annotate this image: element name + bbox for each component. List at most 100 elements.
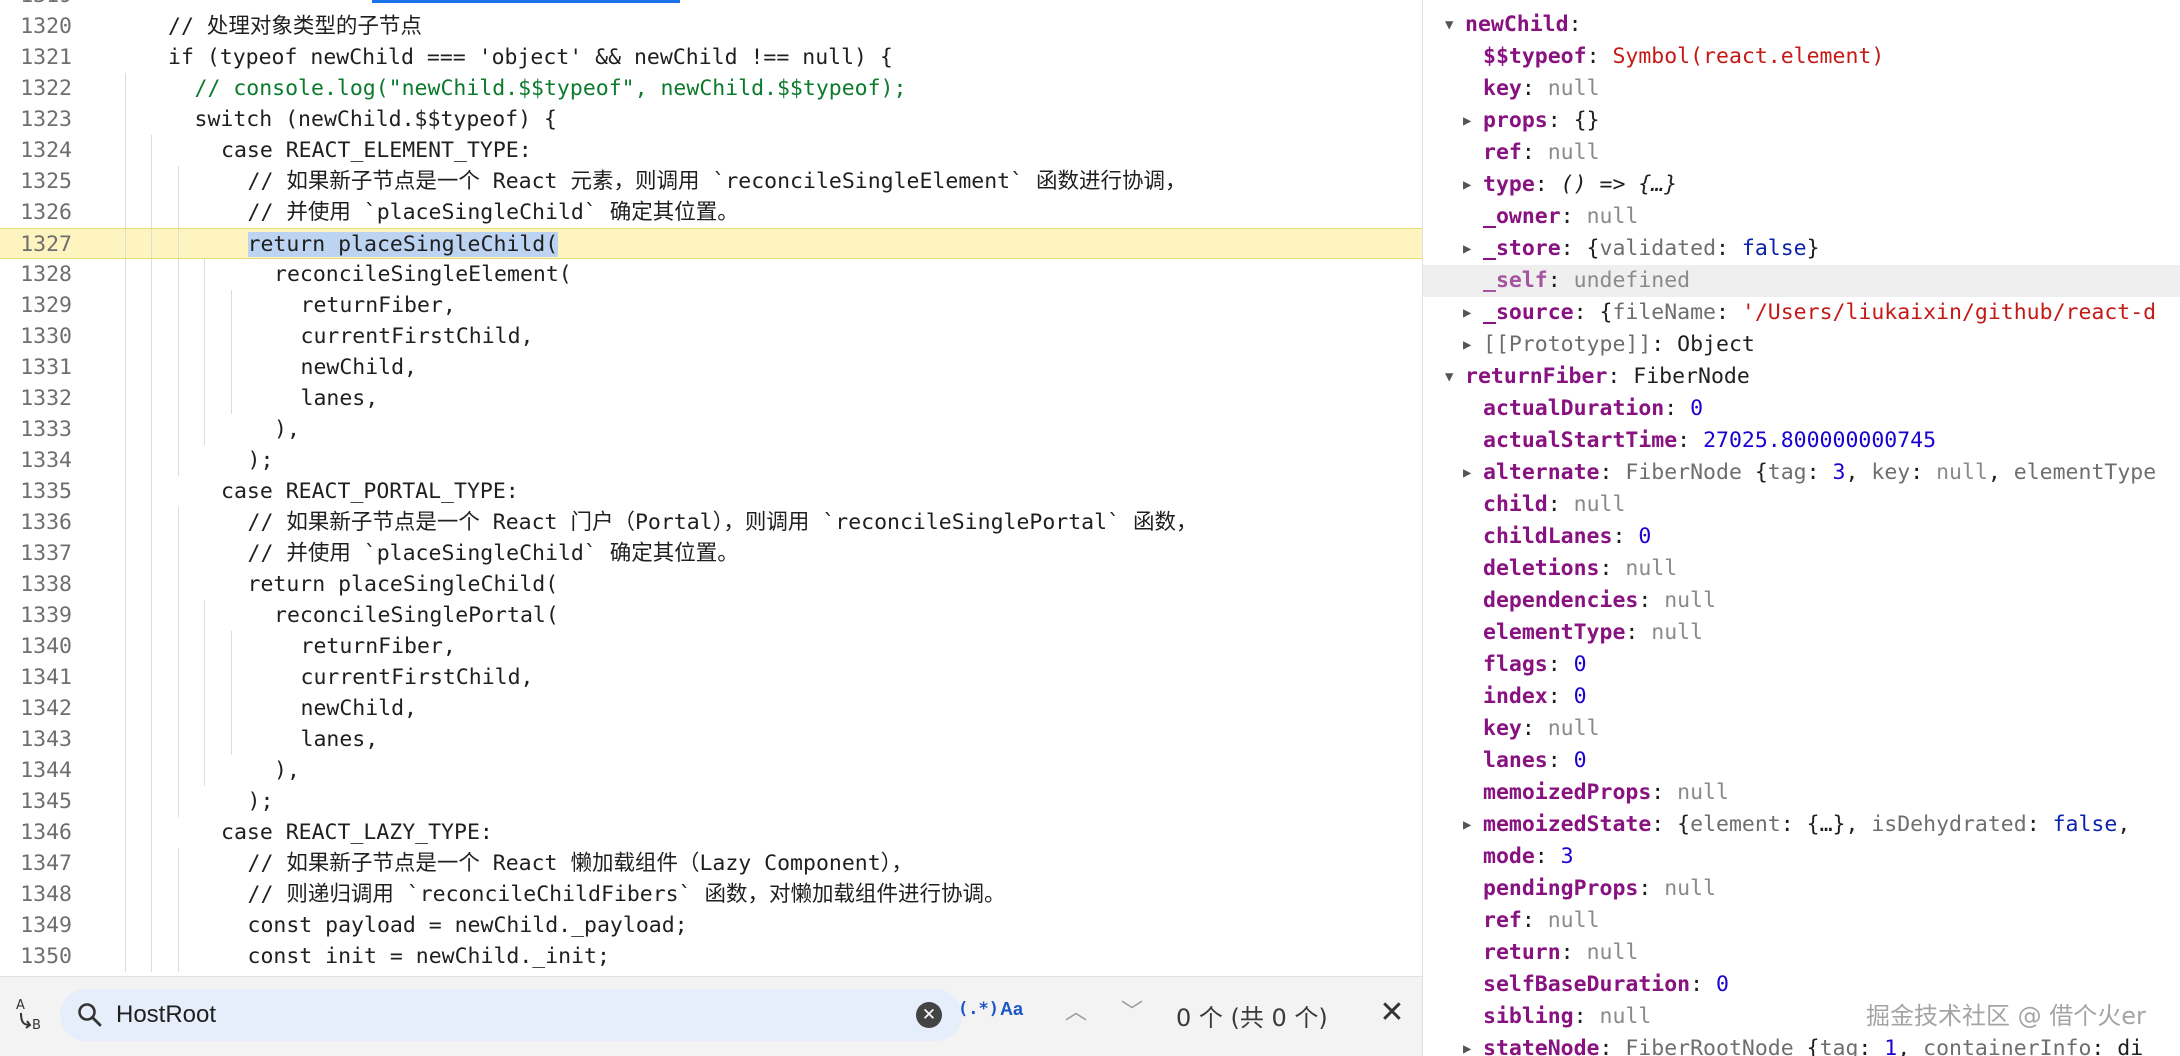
indent-guide bbox=[151, 229, 152, 258]
code-token: returnFiber, bbox=[300, 634, 456, 659]
clear-icon[interactable]: ✕ bbox=[916, 1002, 942, 1028]
property-key: stateNode bbox=[1483, 1036, 1600, 1056]
scope-row-text: sibling: null bbox=[1483, 1001, 1651, 1033]
scope-row-text: props: {} bbox=[1483, 105, 1600, 137]
code-line[interactable]: 1349 const payload = newChild._payload; bbox=[0, 910, 1422, 941]
scope-row-text: $$typeof: Symbol(react.element) bbox=[1483, 41, 1884, 73]
scope-row[interactable]: ▶ props: {} bbox=[1423, 105, 2180, 137]
scope-row[interactable]: ▶ _store: {validated: false} bbox=[1423, 233, 2180, 265]
property-value: null bbox=[1547, 140, 1600, 165]
code-line[interactable]: 1339 reconcileSinglePortal( bbox=[0, 600, 1422, 631]
code-line[interactable]: 1344), bbox=[0, 755, 1422, 786]
code-line[interactable]: 1333), bbox=[0, 414, 1422, 445]
scope-panel[interactable]: ▼ newChild: $$typeof: Symbol(react.element… bbox=[1422, 0, 2180, 1056]
scope-row: lanes: 0 bbox=[1423, 745, 2180, 777]
property-value: , bbox=[1897, 1036, 1924, 1056]
expand-down-icon[interactable]: ▼ bbox=[1445, 9, 1453, 41]
code-token: // 则递归调用 `reconcileChildFibers` 函数，对懒加载组… bbox=[247, 882, 1006, 907]
property-value: 1 bbox=[1884, 1036, 1898, 1056]
code-line[interactable]: 1323 switch (newChild.$$typeof) { bbox=[0, 104, 1422, 135]
scope-row[interactable]: ▶ memoizedState: {element: {…}, isDehydra… bbox=[1423, 809, 2180, 841]
code-line[interactable]: 1332 lanes, bbox=[0, 383, 1422, 414]
code-line[interactable]: 1326 // 并使用 `placeSingleChild` 确定其位置。 bbox=[0, 197, 1422, 228]
code-line[interactable]: 1341 currentFirstChild, bbox=[0, 662, 1422, 693]
code-line[interactable]: 1330 currentFirstChild, bbox=[0, 321, 1422, 352]
code-text: ), bbox=[274, 414, 300, 445]
code-line[interactable]: 1350 const init = newChild._init; bbox=[0, 941, 1422, 972]
indent-guide bbox=[124, 383, 126, 414]
code-line[interactable]: 1337 // 并使用 `placeSingleChild` 确定其位置。 bbox=[0, 538, 1422, 569]
scope-row[interactable]: ▶ stateNode: FiberRootNode {tag: 1, conta… bbox=[1423, 1033, 2180, 1056]
expand-right-icon[interactable]: ▶ bbox=[1463, 233, 1471, 265]
code-line[interactable]: 1324 case REACT_ELEMENT_TYPE: bbox=[0, 135, 1422, 166]
scope-row[interactable]: ▶ _source: {fileName: '/Users/liukaixin/g… bbox=[1423, 297, 2180, 329]
indent-guide bbox=[151, 848, 152, 879]
code-token: ); bbox=[247, 789, 274, 814]
expand-right-icon[interactable]: ▶ bbox=[1463, 105, 1471, 137]
property-value: isDehydrated bbox=[1871, 812, 2027, 837]
scope-row[interactable]: ▶ type: () => {…} bbox=[1423, 169, 2180, 201]
property-value: FiberNode bbox=[1625, 460, 1755, 485]
code-line[interactable]: 1348 // 则递归调用 `reconcileChildFibers` 函数，对… bbox=[0, 879, 1422, 910]
property-key: pendingProps bbox=[1483, 876, 1639, 901]
indent-guide bbox=[177, 848, 179, 879]
code-text: newChild, bbox=[301, 352, 418, 383]
indent-guide bbox=[177, 507, 179, 538]
code-line[interactable]: 1343 lanes, bbox=[0, 724, 1422, 755]
property-value: } bbox=[1806, 236, 1820, 261]
code-line[interactable]: 1321 if (typeof newChild === 'object' && … bbox=[0, 42, 1422, 73]
expand-right-icon[interactable]: ▶ bbox=[1463, 809, 1471, 841]
code-line[interactable]: 1322 // console.log("newChild.$$typeof", … bbox=[0, 73, 1422, 104]
code-line[interactable]: 1331 newChild, bbox=[0, 352, 1422, 383]
code-line[interactable]: 1346 case REACT_LAZY_TYPE: bbox=[0, 817, 1422, 848]
indent-guide bbox=[124, 229, 126, 258]
code-text: // 并使用 `placeSingleChild` 确定其位置。 bbox=[248, 197, 739, 228]
expand-down-icon[interactable]: ▼ bbox=[1445, 361, 1453, 393]
code-line[interactable]: 1334); bbox=[0, 445, 1422, 476]
property-value: Symbol(react.element) bbox=[1612, 44, 1885, 69]
code-line[interactable]: 1319 bbox=[0, 0, 1422, 11]
code-line[interactable]: 1328 reconcileSingleElement( bbox=[0, 259, 1422, 290]
indent-guide bbox=[151, 414, 152, 445]
property-value: null bbox=[1547, 908, 1600, 933]
code-line[interactable]: 1340 returnFiber, bbox=[0, 631, 1422, 662]
code-line[interactable]: 1345); bbox=[0, 786, 1422, 817]
expand-right-icon[interactable]: ▶ bbox=[1463, 457, 1471, 489]
code-line[interactable]: 1320 // 处理对象类型的子节点 bbox=[0, 11, 1422, 42]
find-input[interactable] bbox=[116, 998, 676, 1032]
code-line-current[interactable]: 1327 return placeSingleChild( bbox=[0, 228, 1422, 259]
regex-toggle[interactable]: (.*) bbox=[958, 999, 999, 1019]
code-line[interactable]: 1342 newChild, bbox=[0, 693, 1422, 724]
property-value: : bbox=[1625, 620, 1652, 645]
code-token: if (typeof newChild === 'object' && newC… bbox=[168, 45, 893, 70]
expand-right-icon[interactable]: ▶ bbox=[1463, 169, 1471, 201]
code-line[interactable]: 1336 // 如果新子节点是一个 React 门户（Portal），则调用 `r… bbox=[0, 507, 1422, 538]
code-line[interactable]: 1338 return placeSingleChild( bbox=[0, 569, 1422, 600]
expand-right-icon[interactable]: ▶ bbox=[1463, 297, 1471, 329]
match-case-icon[interactable]: A B bbox=[12, 995, 52, 1035]
close-icon[interactable]: ✕ bbox=[1372, 993, 1412, 1033]
expand-right-icon[interactable]: ▶ bbox=[1463, 1033, 1471, 1056]
code-line[interactable]: 1329 returnFiber, bbox=[0, 290, 1422, 321]
scope-row-text: memoizedState: {element: {…}, isDehydrat… bbox=[1483, 809, 2130, 841]
scope-row[interactable]: ▼ returnFiber: FiberNode bbox=[1423, 361, 2180, 393]
scope-row[interactable]: ▶ alternate: FiberNode {tag: 3, key: null… bbox=[1423, 457, 2180, 489]
line-number: 1341 bbox=[20, 665, 72, 690]
code-editor[interactable]: 1319 1320 // 处理对象类型的子节点 1321 if (typeof newC… bbox=[0, 0, 1422, 976]
property-value: : bbox=[1638, 588, 1665, 613]
expand-right-icon[interactable]: ▶ bbox=[1463, 329, 1471, 361]
property-key: actualDuration bbox=[1483, 396, 1665, 421]
scope-row[interactable]: ▶ [[Prototype]]: Object bbox=[1423, 329, 2180, 361]
code-line[interactable]: 1335 case REACT_PORTAL_TYPE: bbox=[0, 476, 1422, 507]
code-line[interactable]: 1347 // 如果新子节点是一个 React 懒加载组件（Lazy Compon… bbox=[0, 848, 1422, 879]
scope-row[interactable]: ▼ newChild: bbox=[1423, 9, 2180, 41]
case-sensitive-toggle[interactable]: Aa bbox=[1000, 999, 1023, 1020]
property-value: 0 bbox=[1690, 396, 1704, 421]
code-line[interactable]: 1325 // 如果新子节点是一个 React 元素，则调用 `reconcile… bbox=[0, 166, 1422, 197]
indent-guide bbox=[151, 941, 152, 972]
chevron-up-icon[interactable]: ︿ bbox=[1058, 995, 1094, 1031]
chevron-down-icon[interactable]: ﹀ bbox=[1114, 995, 1150, 1031]
scope-row-text: flags: 0 bbox=[1483, 649, 1587, 681]
code-token: const init = newChild._init; bbox=[247, 944, 610, 969]
property-value: () => {…} bbox=[1560, 172, 1678, 197]
